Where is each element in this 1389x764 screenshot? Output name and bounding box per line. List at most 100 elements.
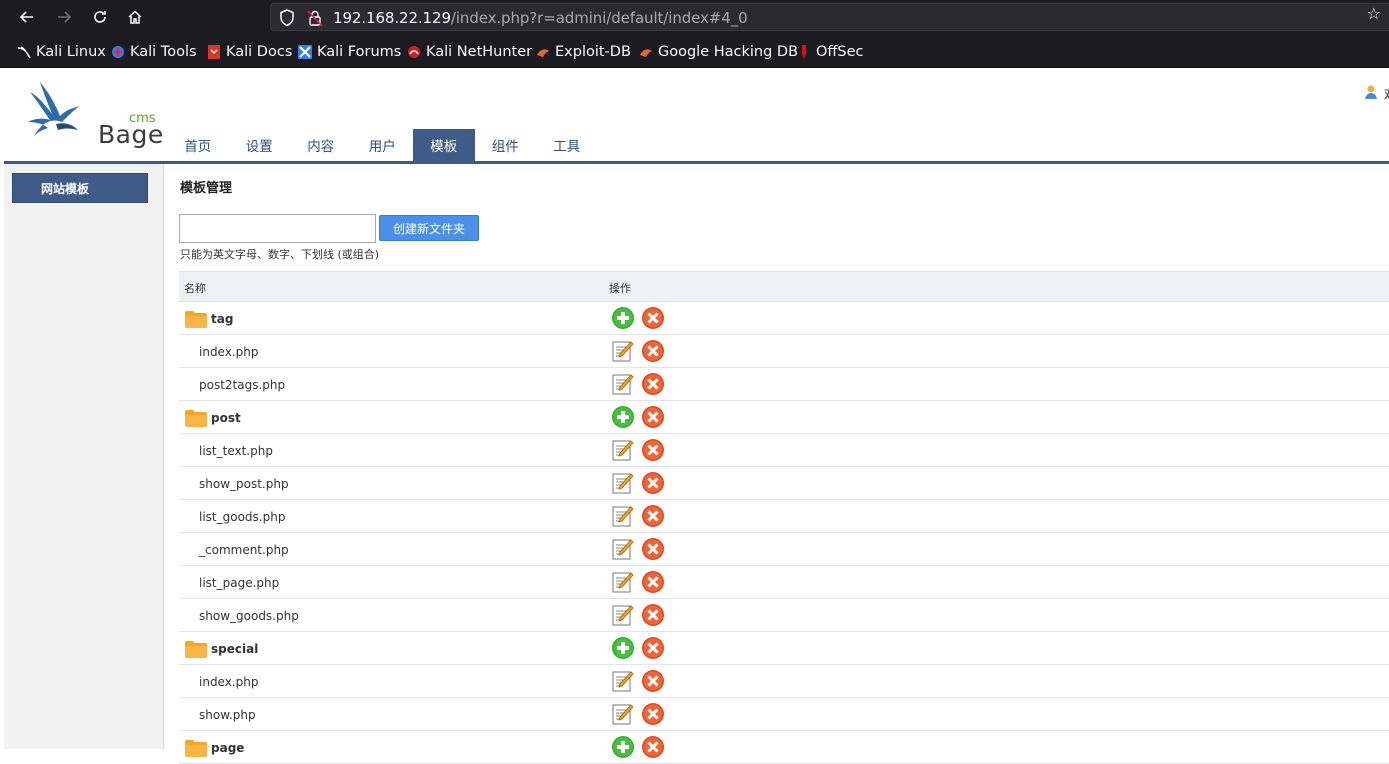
bookmark-label: OffSec (816, 44, 864, 60)
edit-file-icon[interactable] (611, 504, 635, 528)
delete-icon[interactable] (641, 504, 665, 528)
add-file-icon[interactable] (611, 306, 635, 330)
file-name: show_goods.php (199, 608, 299, 623)
delete-icon[interactable] (641, 570, 665, 594)
folder-name-hint: 只能为英文字母、数字、下划线 (或组合) (180, 248, 380, 261)
folder-icon (184, 639, 208, 659)
kali-docs-icon (206, 44, 222, 60)
bookmark-kali-tools[interactable]: Kali Tools (110, 42, 197, 62)
site-header: cms Bage 欢 首页 设置 内容 用户 模板 组件 工具 (4, 68, 1389, 164)
edit-file-icon[interactable] (611, 669, 635, 693)
bookmark-star-icon[interactable]: ☆ (1367, 4, 1381, 23)
menu-home[interactable]: 首页 (167, 129, 229, 161)
edit-file-icon[interactable] (611, 603, 635, 627)
bagecms-logo[interactable]: cms Bage (26, 78, 163, 149)
edit-file-icon[interactable] (611, 438, 635, 462)
file-name: list_goods.php (199, 509, 286, 524)
edit-file-icon[interactable] (611, 570, 635, 594)
kali-forums-icon (297, 44, 313, 60)
bookmark-kali-forums[interactable]: Kali Forums (297, 42, 401, 62)
menu-templates[interactable]: 模板 (413, 129, 475, 161)
file-row: post2tags.php (179, 368, 1389, 401)
folder-name-cell: tag (184, 302, 233, 335)
delete-icon[interactable] (641, 537, 665, 561)
url-text[interactable]: 192.168.22.129/index.php?r=admini/defaul… (333, 9, 748, 27)
bookmark-label: Kali Docs (226, 44, 293, 60)
shield-icon[interactable] (279, 9, 295, 31)
template-table: 名称 操作 tag index.php post2tags.php post list_… (179, 271, 1389, 764)
back-arrow-icon[interactable] (14, 4, 40, 30)
add-file-icon[interactable] (611, 735, 635, 759)
delete-icon[interactable] (641, 735, 665, 759)
delete-icon[interactable] (641, 438, 665, 462)
create-folder-button[interactable]: 创建新文件夹 (379, 215, 479, 241)
folder-row: special (179, 632, 1389, 665)
folder-name-cell: post (184, 401, 241, 434)
menu-tools[interactable]: 工具 (536, 129, 598, 161)
edit-file-icon[interactable] (611, 372, 635, 396)
edit-file-icon[interactable] (611, 702, 635, 726)
folder-name[interactable]: post (211, 411, 241, 425)
file-name-cell: index.php (199, 665, 258, 698)
bookmark-label: Google Hacking DB (658, 44, 799, 60)
row-actions (611, 438, 671, 462)
edit-file-icon[interactable] (611, 339, 635, 363)
bookmark-kali-docs[interactable]: Kali Docs (206, 42, 292, 62)
file-row: show.php (179, 698, 1389, 731)
address-bar[interactable]: 192.168.22.129/index.php?r=admini/defaul… (270, 3, 1389, 31)
folder-name[interactable]: tag (211, 312, 233, 326)
insecure-lock-icon[interactable] (307, 9, 323, 31)
row-actions (611, 570, 671, 594)
folder-name[interactable]: page (211, 741, 244, 755)
logo-text: Bage (98, 120, 164, 149)
sidebar-item-site-templates[interactable]: 网站模板 (12, 173, 148, 203)
file-row: list_goods.php (179, 500, 1389, 533)
menu-settings[interactable]: 设置 (229, 129, 291, 161)
bookmark-label: Kali Linux (36, 44, 106, 60)
row-actions (611, 702, 671, 726)
bookmark-kali-nethunter[interactable]: Kali NetHunter (406, 42, 532, 62)
bookmark-label: Kali Forums (317, 44, 402, 60)
delete-icon[interactable] (641, 372, 665, 396)
bookmark-label: Exploit-DB (555, 44, 631, 60)
delete-icon[interactable] (641, 339, 665, 363)
edit-file-icon[interactable] (611, 537, 635, 561)
folder-row: post (179, 401, 1389, 434)
row-actions (611, 504, 671, 528)
file-row: show_goods.php (179, 599, 1389, 632)
bookmark-exploit-db[interactable]: Exploit-DB (535, 42, 631, 62)
delete-icon[interactable] (641, 306, 665, 330)
bookmark-offsec[interactable]: OffSec (796, 42, 864, 62)
folder-name-input[interactable] (179, 214, 376, 243)
file-name-cell: show.php (199, 698, 256, 731)
delete-icon[interactable] (641, 702, 665, 726)
menu-components[interactable]: 组件 (475, 129, 537, 161)
file-name-cell: show_goods.php (199, 599, 299, 632)
delete-icon[interactable] (641, 471, 665, 495)
file-row: show_post.php (179, 467, 1389, 500)
edit-file-icon[interactable] (611, 471, 635, 495)
bookmark-google-hacking-db[interactable]: Google Hacking DB (638, 42, 798, 62)
file-name-cell: show_post.php (199, 467, 289, 500)
url-host: 192.168.22.129 (333, 9, 451, 27)
bookmarks-bar: Kali Linux Kali Tools Kali Docs Kali For… (0, 34, 1389, 68)
file-row: list_page.php (179, 566, 1389, 599)
forward-arrow-icon[interactable] (51, 4, 77, 30)
delete-icon[interactable] (641, 603, 665, 627)
row-actions (611, 471, 671, 495)
menu-users[interactable]: 用户 (352, 129, 414, 161)
row-actions (611, 339, 671, 363)
reload-icon[interactable] (87, 4, 113, 30)
delete-icon[interactable] (641, 669, 665, 693)
add-file-icon[interactable] (611, 405, 635, 429)
delete-icon[interactable] (641, 636, 665, 660)
file-name-cell: list_text.php (199, 434, 273, 467)
add-file-icon[interactable] (611, 636, 635, 660)
bookmark-kali-linux[interactable]: Kali Linux (16, 42, 106, 62)
file-row: index.php (179, 665, 1389, 698)
menu-content[interactable]: 内容 (290, 129, 352, 161)
folder-name[interactable]: special (211, 642, 258, 656)
file-name: _comment.php (199, 542, 289, 557)
delete-icon[interactable] (641, 405, 665, 429)
home-icon[interactable] (122, 4, 148, 30)
